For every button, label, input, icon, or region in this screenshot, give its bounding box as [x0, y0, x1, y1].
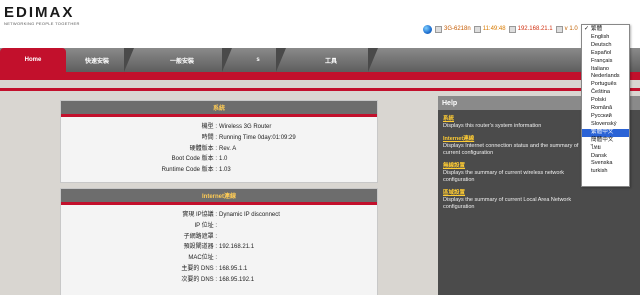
info-row: 時間 : Running Time 0day:01:09:29	[201, 134, 296, 141]
language-option[interactable]: Polski	[582, 97, 629, 105]
tab-s[interactable]: s	[236, 48, 286, 72]
info-row: Boot Code 版本 :1.0	[171, 156, 228, 163]
language-option[interactable]: Deutsch	[582, 42, 629, 50]
language-option[interactable]: 繁體	[582, 26, 629, 34]
model-status: 3G-6218n	[444, 26, 471, 32]
info-row: MAC位址 :	[188, 255, 217, 262]
info-row: 次要的 DNS :168.95.192.1	[181, 276, 255, 283]
language-option[interactable]: Svenska	[582, 160, 629, 168]
main-nav: Home 快速安裝 一般安裝 s 工具	[0, 48, 640, 72]
status-bar: 3G-6218n 11:49:48 192.168.21.1 v 1.0	[423, 23, 581, 35]
header: EDIMAX NETWORKING PEOPLE TOGETHER 3G-621…	[0, 0, 640, 48]
ip-status: 192.168.21.1	[517, 26, 553, 32]
language-option[interactable]: Русский	[582, 113, 629, 121]
info-row: 實現 IP協議 : Dynamic IP disconnect	[182, 212, 280, 218]
logo-tagline: NETWORKING PEOPLE TOGETHER	[4, 21, 80, 26]
edimax-logo: EDIMAX NETWORKING PEOPLE TOGETHER	[4, 4, 80, 26]
language-option[interactable]: Español	[582, 50, 629, 58]
language-option[interactable]: ไทย	[582, 145, 629, 153]
help-desc: Displays the summary of current Local Ar…	[443, 197, 572, 210]
logo-text: EDIMAX	[4, 4, 75, 21]
tab-tools[interactable]: 工具	[290, 48, 378, 72]
uptime-status: 11:49:48	[482, 26, 506, 32]
globe-icon	[423, 24, 432, 34]
language-option[interactable]: 繁體中文	[582, 128, 629, 137]
info-row: 主要的 DNS :168.95.1.1	[181, 265, 248, 272]
info-row: Runtime Code 版本 :1.03	[161, 167, 231, 174]
help-link-lan[interactable]: 區域設置	[443, 189, 640, 197]
tab-general-setup[interactable]: 一般安裝	[138, 48, 232, 72]
language-option[interactable]: turkish	[582, 168, 629, 176]
info-row: 預設閘道器 :192.168.21.1	[183, 244, 255, 251]
language-option[interactable]: Italiano	[582, 66, 629, 74]
language-option[interactable]: English	[582, 34, 629, 42]
tab-quick-setup[interactable]: 快速安裝	[66, 48, 134, 72]
lan-icon	[555, 25, 563, 33]
nav-underline	[0, 72, 640, 80]
language-option[interactable]: 簡體中文	[582, 137, 629, 145]
tab-label: Home	[24, 57, 42, 63]
tab-label: 工具	[324, 58, 337, 65]
tab-label: 一般安裝	[169, 58, 194, 65]
help-desc: Displays Internet connection status and …	[443, 143, 579, 156]
language-option[interactable]: Français	[582, 58, 629, 66]
panel-title: Internet連線	[61, 189, 377, 205]
language-option[interactable]: Nederlands	[582, 73, 629, 81]
panel-title: 系統	[61, 101, 377, 117]
help-desc: Displays this router's system informatio…	[443, 123, 542, 129]
tab-label: 快速安裝	[84, 58, 109, 65]
help-desc: Displays the summary of current wireless…	[443, 170, 565, 183]
language-option[interactable]: Čeština	[582, 89, 629, 97]
clock-icon	[473, 25, 481, 33]
info-row: 機型 : Wireless 3G Router	[201, 124, 272, 130]
info-row: IP 位址 :	[194, 222, 217, 229]
info-row: 硬體版本 : Rev. A	[189, 145, 237, 152]
signal-icon	[435, 25, 442, 33]
info-row: 子網路遮罩 :	[183, 233, 217, 240]
help-item: 區域設置 Displays the summary of current Loc…	[438, 189, 640, 211]
network-icon	[508, 25, 516, 33]
version-status: v 1.0	[564, 26, 578, 32]
system-panel: 系統 機型 : Wireless 3G Router 時間 : Running Ti…	[60, 100, 378, 183]
language-option[interactable]: Dansk	[582, 153, 629, 161]
content-divider	[0, 88, 640, 91]
language-dropdown[interactable]: 繁體EnglishDeutschEspañolFrançaisItalianoN…	[581, 24, 630, 187]
tab-label: s	[256, 57, 260, 63]
language-option[interactable]: Română	[582, 105, 629, 113]
language-option[interactable]: Slovenský	[582, 121, 629, 129]
internet-panel: Internet連線 實現 IP協議 : Dynamic IP disconnec…	[60, 188, 378, 295]
tab-home[interactable]: Home	[0, 48, 66, 72]
